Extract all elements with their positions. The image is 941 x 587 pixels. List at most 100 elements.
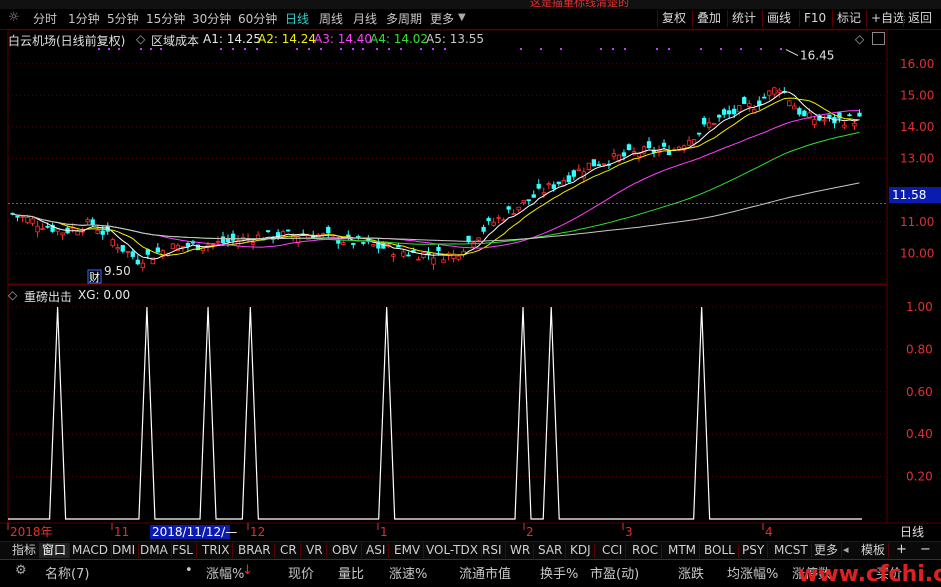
candle-body xyxy=(476,237,481,241)
candle-body xyxy=(506,206,511,210)
price-tick-label: 10.00 xyxy=(900,246,934,260)
signal-dot xyxy=(600,48,602,50)
indicator-tab-24[interactable]: 更多 xyxy=(811,543,843,558)
low-price-label: 9.50 xyxy=(104,264,131,278)
indicator-tab-9[interactable]: VR xyxy=(303,543,327,558)
indicator-tab-3[interactable]: DMI xyxy=(109,543,140,558)
candle-body xyxy=(130,251,135,257)
candle-body xyxy=(812,119,817,125)
candle-body xyxy=(416,258,421,261)
candle-body xyxy=(556,181,561,185)
col-name[interactable]: 名称(7) xyxy=(45,563,89,582)
indicator-tab-19[interactable]: ROC xyxy=(629,543,663,558)
candle-body xyxy=(361,242,366,244)
candle-body xyxy=(852,122,857,127)
indicator-tab-11[interactable]: ASI xyxy=(363,543,390,558)
candle-body xyxy=(391,254,396,257)
candle-body xyxy=(185,243,191,247)
ma-line-120 xyxy=(12,182,860,242)
x-axis-label: 11 xyxy=(114,525,129,539)
candle-body xyxy=(135,259,140,265)
candle-body xyxy=(797,108,802,115)
indicator-toggle-icon[interactable]: ◇ xyxy=(136,32,145,46)
indicator-tab-7[interactable]: BRAR xyxy=(235,543,275,558)
indicator-tab-1[interactable]: 窗口 xyxy=(39,543,71,558)
indicator-tab-14[interactable]: RSI xyxy=(479,543,506,558)
indicator-tab-15[interactable]: WR xyxy=(507,543,535,558)
candle-body xyxy=(526,199,531,202)
indicator-tab-8[interactable]: CR xyxy=(277,543,301,558)
chart-corner-box[interactable] xyxy=(872,32,885,45)
sub-chart-header: ◇ 重磅出击 XG: 0.00 xyxy=(0,287,888,304)
candle-body xyxy=(486,218,491,222)
candle-body xyxy=(686,139,692,146)
col-change-pct[interactable]: 涨幅% xyxy=(206,563,244,582)
finance-marker: 财 xyxy=(89,270,100,284)
watermark: www.cfchi.com xyxy=(798,562,941,587)
current-price-tag: 11.58 xyxy=(889,187,941,203)
col-change[interactable]: 涨跌 xyxy=(678,563,704,582)
candle-body xyxy=(75,230,80,236)
signal-dot xyxy=(540,48,542,50)
price-tick-label: 13.00 xyxy=(900,152,934,166)
indicator-tab-10[interactable]: OBV xyxy=(329,543,362,558)
remove-window-icon[interactable]: − xyxy=(920,542,931,557)
indicator-tab-23[interactable]: MCST xyxy=(771,543,812,558)
column-settings-icon[interactable]: ⚙ xyxy=(15,563,27,578)
indicator-tab-18[interactable]: CCI xyxy=(599,543,627,558)
indicator-tab-22[interactable]: PSY xyxy=(739,543,769,558)
signal-dot xyxy=(400,48,402,50)
col-volume-ratio[interactable]: 量比 xyxy=(338,563,364,582)
candle-body xyxy=(95,229,100,234)
indicator-tab-5[interactable]: FSL xyxy=(169,543,197,558)
indicator-tab-21[interactable]: BOLL xyxy=(701,543,739,558)
col-avg-change[interactable]: 均涨幅% xyxy=(727,563,778,582)
candle-body xyxy=(481,226,486,232)
candle-body xyxy=(170,243,176,249)
candle-body xyxy=(140,262,145,268)
col-price[interactable]: 现价 xyxy=(288,563,314,582)
candle-body xyxy=(787,100,792,107)
xg-signal-line xyxy=(8,306,862,520)
candle-body xyxy=(125,250,130,253)
tabs-scroll-left-icon[interactable]: ◂ xyxy=(843,543,849,556)
indicator-tab-0[interactable]: 指标 xyxy=(9,543,41,558)
candle-body xyxy=(762,96,767,99)
chart-diamond-icon[interactable]: ◇ xyxy=(855,32,864,46)
candle-body xyxy=(456,255,461,260)
candle-body xyxy=(551,184,556,189)
series-a4-name: A4 xyxy=(370,32,386,46)
indicator-tab-20[interactable]: MTM xyxy=(665,543,701,558)
indicator-tab-16[interactable]: SAR xyxy=(535,543,567,558)
indicator-tab-13[interactable]: VOL-TDX xyxy=(423,543,482,558)
indicator-tab-2[interactable]: MACD xyxy=(69,543,112,558)
col-float-cap[interactable]: 流通市值 xyxy=(459,563,511,582)
series-xg-name: XG xyxy=(78,288,96,302)
candle-body xyxy=(20,215,25,218)
col-turnover[interactable]: 换手% xyxy=(540,563,578,582)
candle-body xyxy=(341,242,346,245)
sub-tick-label: 0.40 xyxy=(906,427,933,441)
signal-dot xyxy=(296,48,298,50)
candle-body xyxy=(436,246,441,251)
signal-dot xyxy=(256,48,258,50)
signal-dot xyxy=(244,48,246,50)
signal-dot xyxy=(720,48,722,50)
indicator-tab-12[interactable]: EMV xyxy=(391,543,425,558)
candle-body xyxy=(706,122,712,128)
indicator-tab-4[interactable]: DMA xyxy=(137,543,172,558)
add-window-icon[interactable]: + xyxy=(896,542,907,557)
candle-body xyxy=(35,225,40,233)
indicator-tab-17[interactable]: KDJ xyxy=(567,543,595,558)
candle-body xyxy=(265,230,271,232)
candle-body xyxy=(666,150,672,156)
sub-indicator-toggle-icon[interactable]: ◇ xyxy=(8,288,17,302)
col-pe[interactable]: 市盈(动) xyxy=(590,563,639,582)
signal-dot xyxy=(320,48,322,50)
col-speed[interactable]: 涨速% xyxy=(389,563,427,582)
template-button[interactable]: 模板 xyxy=(858,543,890,558)
candle-body xyxy=(15,215,20,218)
candle-body xyxy=(30,218,35,224)
series-a2-value: 14.24 xyxy=(281,32,317,46)
indicator-tab-6[interactable]: TRIX xyxy=(199,543,234,558)
